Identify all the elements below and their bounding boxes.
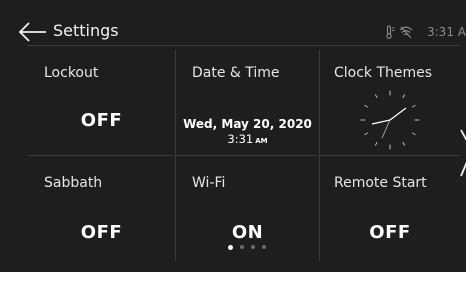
status-icons bbox=[384, 22, 413, 40]
frame-edge bbox=[0, 272, 472, 282]
current-time-ampm: AM bbox=[255, 137, 268, 145]
tile-label: Wi-Fi bbox=[192, 175, 226, 191]
thermometer-icon bbox=[384, 24, 396, 39]
wifi-status: ON bbox=[231, 222, 264, 243]
current-time-digits: 3:31 bbox=[227, 132, 254, 146]
sabbath-status: OFF bbox=[80, 222, 123, 243]
page-dot-1[interactable] bbox=[228, 244, 233, 250]
lockout-status: OFF bbox=[80, 110, 123, 131]
tile-label: Sabbath bbox=[44, 175, 103, 191]
tile-label: Clock Themes bbox=[334, 65, 433, 81]
tile-sabbath[interactable]: Sabbath OFF bbox=[28, 156, 175, 266]
page-dot-3[interactable] bbox=[251, 245, 255, 249]
settings-screen: Settings 3:31 AM Lockout OFF Date & Time… bbox=[0, 0, 472, 282]
page-indicator bbox=[0, 244, 472, 250]
tile-remote-start[interactable]: Remote Start OFF bbox=[320, 156, 460, 266]
settings-grid: Lockout OFF Date & Time Wed, May 20, 202… bbox=[28, 46, 460, 266]
remote-start-status: OFF bbox=[369, 222, 411, 243]
frame-edge bbox=[466, 0, 472, 282]
tile-date-time[interactable]: Date & Time Wed, May 20, 2020 3:31 AM bbox=[176, 46, 319, 155]
tile-clock-themes[interactable]: Clock Themes bbox=[320, 46, 460, 155]
tile-label: Date & Time bbox=[192, 65, 280, 81]
header-bar: Settings 3:31 AM bbox=[0, 0, 472, 44]
back-button[interactable] bbox=[18, 20, 48, 44]
wifi-icon bbox=[399, 24, 413, 39]
date-time-value: Wed, May 20, 2020 3:31 AM bbox=[176, 117, 319, 148]
tile-wifi[interactable]: Wi-Fi ON bbox=[176, 156, 319, 266]
tile-label: Lockout bbox=[44, 65, 99, 81]
page-dot-2[interactable] bbox=[240, 245, 244, 249]
tile-lockout[interactable]: Lockout OFF bbox=[28, 46, 175, 155]
arrow-left-icon bbox=[18, 22, 46, 42]
tile-label: Remote Start bbox=[334, 175, 427, 191]
page-title: Settings bbox=[53, 21, 119, 40]
current-date: Wed, May 20, 2020 bbox=[183, 117, 312, 131]
current-time: 3:31 AM bbox=[176, 132, 319, 148]
page-dot-4[interactable] bbox=[262, 245, 266, 249]
analog-clock-icon bbox=[320, 88, 460, 152]
